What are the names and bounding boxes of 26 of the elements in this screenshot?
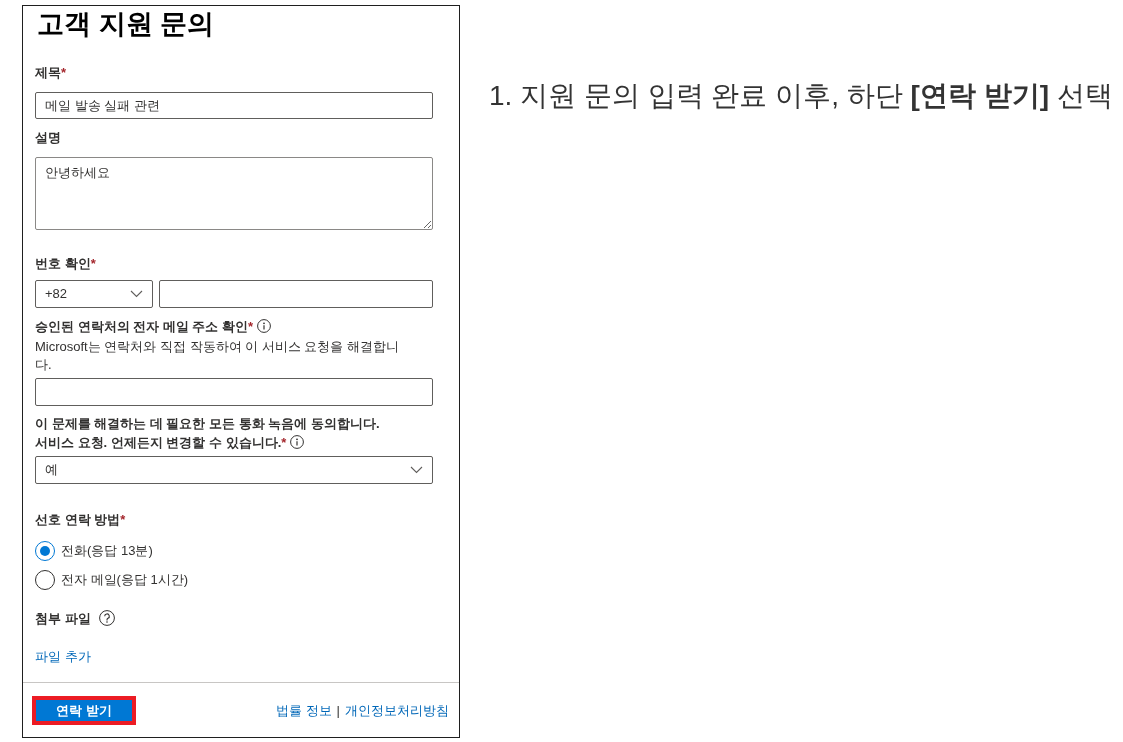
field-label: 승인된 연락처의 전자 메일 주소 확인* bbox=[35, 319, 254, 334]
phone-number-input[interactable] bbox=[159, 280, 433, 308]
field-description: Microsoft는 연락처와 직접 작동하여 이 서비스 요청을 해결합니다. bbox=[35, 338, 400, 374]
text-input[interactable]: 메일 발송 실패 관련 bbox=[35, 92, 433, 119]
text-input[interactable] bbox=[35, 378, 433, 406]
footer-link[interactable]: 법률 정보 bbox=[276, 702, 332, 720]
form-title: 고객 지원 문의 bbox=[37, 8, 214, 41]
instruction-text: 1. 지원 문의 입력 완료 이후, 하단 [연락 받기] 선택 bbox=[489, 79, 1113, 113]
dropdown-select[interactable]: 예 bbox=[35, 456, 433, 484]
description-textarea[interactable]: 안녕하세요 bbox=[35, 157, 433, 230]
chevron-down-icon bbox=[130, 290, 143, 298]
field-label: 서비스 요청. 언제든지 변경할 수 있습니다.* bbox=[35, 435, 287, 450]
radio-label[interactable]: 전화(응답 13분) bbox=[61, 542, 153, 560]
field-label: 번호 확인* bbox=[35, 256, 96, 271]
country-code-dropdown[interactable]: +82 bbox=[35, 280, 153, 308]
field-label: 첨부 파일 bbox=[35, 611, 91, 626]
radio-label[interactable]: 전자 메일(응답 1시간) bbox=[61, 571, 189, 589]
field-label: 설명 bbox=[35, 130, 61, 145]
field-label: 제목* bbox=[35, 65, 67, 80]
field-label: 이 문제를 해결하는 데 필요한 모든 통화 녹음에 동의합니다. bbox=[35, 415, 380, 433]
chevron-down-icon bbox=[410, 466, 423, 474]
footer-link[interactable]: 개인정보처리방침 bbox=[345, 702, 449, 720]
link-separator: | bbox=[336, 702, 340, 720]
contact-button[interactable]: 연락 받기 bbox=[36, 700, 132, 721]
field-label: 선호 연락 방법* bbox=[35, 512, 126, 527]
add-file-link[interactable]: 파일 추가 bbox=[35, 648, 91, 666]
